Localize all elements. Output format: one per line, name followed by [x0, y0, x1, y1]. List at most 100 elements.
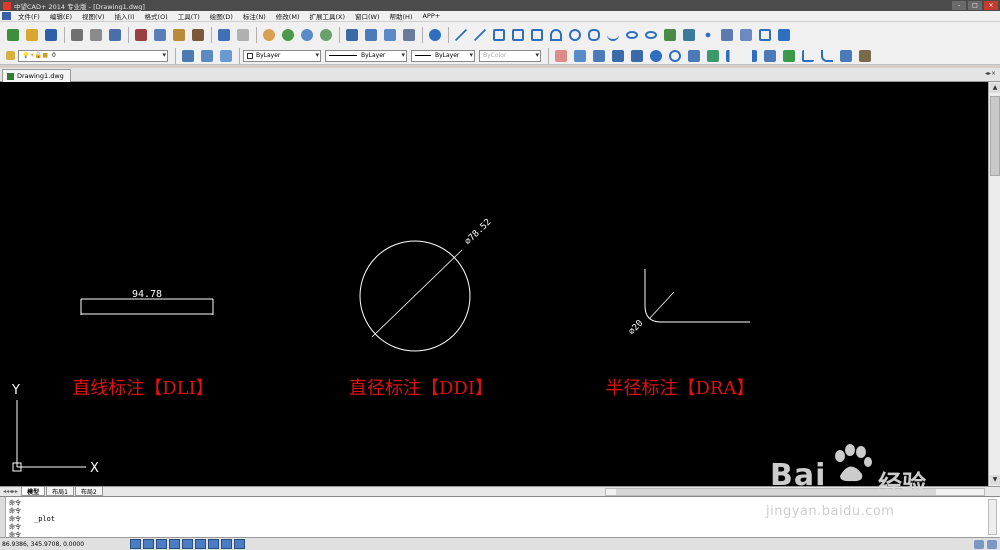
tab-navigation[interactable]: ◂▸× [985, 70, 996, 77]
rotate-icon[interactable] [666, 47, 683, 64]
linear-dimension[interactable] [80, 298, 214, 315]
menu-extended-tools[interactable]: 扩展工具(X) [304, 11, 350, 21]
spline-icon[interactable] [604, 26, 621, 43]
redo-icon[interactable] [234, 26, 251, 43]
region-icon[interactable] [737, 26, 754, 43]
menu-insert[interactable]: 插入(I) [110, 11, 140, 21]
vertical-scrollbar[interactable]: ▲ ▼ [988, 82, 1000, 486]
tab-layout2[interactable]: 布局2 [74, 487, 103, 496]
design-center-icon[interactable] [362, 26, 379, 43]
filleted-corner[interactable] [644, 269, 750, 323]
tab-drawing1[interactable]: Drawing1.dwg [2, 69, 71, 82]
tool-palette-icon[interactable] [381, 26, 398, 43]
otrack-toggle-icon[interactable] [195, 539, 206, 549]
hatch-icon[interactable] [718, 26, 735, 43]
plotstyle-select[interactable]: ByColor [479, 49, 541, 62]
menu-window[interactable]: 窗口(W) [350, 11, 385, 21]
array-icon[interactable] [628, 47, 645, 64]
polar-toggle-icon[interactable] [169, 539, 180, 549]
osnap-toggle-icon[interactable] [182, 539, 193, 549]
join-icon[interactable] [780, 47, 797, 64]
calculator-icon[interactable] [400, 26, 417, 43]
ellipse-icon[interactable] [623, 26, 640, 43]
layer-isolate-icon[interactable] [217, 47, 234, 64]
model-toggle-icon[interactable] [234, 539, 245, 549]
menu-tools[interactable]: 工具(T) [173, 11, 205, 21]
edit-polyline-icon[interactable] [856, 47, 873, 64]
layer-manager-icon[interactable] [4, 47, 16, 64]
make-block-icon[interactable] [680, 26, 697, 43]
menu-help[interactable]: 帮助(H) [385, 11, 418, 21]
scroll-up-icon[interactable]: ▲ [990, 83, 1000, 93]
menu-draw[interactable]: 绘图(D) [205, 11, 238, 21]
fillet-icon[interactable] [818, 47, 835, 64]
erase-icon[interactable] [552, 47, 569, 64]
menu-dimension[interactable]: 标注(N) [238, 11, 271, 21]
insert-block-icon[interactable] [661, 26, 678, 43]
rectangle-icon[interactable] [528, 26, 545, 43]
grid-toggle-icon[interactable] [143, 539, 154, 549]
point-icon[interactable] [699, 26, 716, 43]
copy-object-icon[interactable] [571, 47, 588, 64]
maximize-button[interactable]: □ [968, 1, 982, 10]
match-properties-icon[interactable] [189, 26, 206, 43]
close-button[interactable]: × [984, 1, 998, 10]
save-icon[interactable] [42, 26, 59, 43]
doc-menu-icon[interactable] [2, 12, 11, 20]
break-icon[interactable] [761, 47, 778, 64]
menu-modify[interactable]: 修改(M) [271, 11, 305, 21]
help-icon[interactable] [426, 26, 443, 43]
copy-icon[interactable] [151, 26, 168, 43]
menu-edit[interactable]: 编辑(E) [45, 11, 77, 21]
lineweight-select[interactable]: ByLayer [411, 49, 475, 62]
circle-icon[interactable] [566, 26, 583, 43]
drawing-canvas[interactable]: 94.78 ⌀78.52 ⌀20 直线标注【DLI】 直径标注【DDI】 半径标… [0, 82, 988, 486]
properties-icon[interactable] [343, 26, 360, 43]
tab-model[interactable]: 模型 [21, 487, 46, 496]
tab-layout1[interactable]: 布局1 [46, 487, 74, 496]
menu-app-plus[interactable]: APP+ [417, 12, 445, 20]
construction-line-icon[interactable] [471, 26, 488, 43]
minimize-button[interactable]: - [952, 1, 966, 10]
table-icon[interactable] [756, 26, 773, 43]
paste-icon[interactable] [170, 26, 187, 43]
publish-icon[interactable] [106, 26, 123, 43]
lineweight-toggle-icon[interactable] [221, 539, 232, 549]
menu-format[interactable]: 格式(O) [140, 11, 173, 21]
chamfer-icon[interactable] [799, 47, 816, 64]
stretch-icon[interactable] [704, 47, 721, 64]
explode-icon[interactable] [837, 47, 854, 64]
ellipse-arc-icon[interactable] [642, 26, 659, 43]
layer-previous-icon[interactable] [198, 47, 215, 64]
dyn-toggle-icon[interactable] [208, 539, 219, 549]
move-icon[interactable] [647, 47, 664, 64]
zoom-realtime-icon[interactable] [279, 26, 296, 43]
snap-toggle-icon[interactable] [130, 539, 141, 549]
color-select[interactable]: ByLayer [243, 49, 321, 62]
vertical-scroll-thumb[interactable] [990, 96, 1000, 176]
ortho-toggle-icon[interactable] [156, 539, 167, 549]
new-file-icon[interactable] [4, 26, 21, 43]
print-icon[interactable] [68, 26, 85, 43]
undo-icon[interactable] [215, 26, 232, 43]
command-input[interactable]: _plot [34, 515, 55, 523]
scroll-down-icon[interactable]: ▼ [990, 475, 1000, 485]
menu-file[interactable]: 文件(F) [13, 11, 45, 21]
open-file-icon[interactable] [23, 26, 40, 43]
linetype-select[interactable]: ByLayer [325, 49, 407, 62]
polygon-icon[interactable] [509, 26, 526, 43]
arc-icon[interactable] [547, 26, 564, 43]
print-preview-icon[interactable] [87, 26, 104, 43]
menu-view[interactable]: 视图(V) [77, 11, 110, 21]
zoom-previous-icon[interactable] [317, 26, 334, 43]
command-window-grip[interactable] [0, 497, 6, 538]
extend-icon[interactable] [742, 47, 759, 64]
revision-cloud-icon[interactable] [585, 26, 602, 43]
layer-current-icon[interactable] [179, 47, 196, 64]
line-icon[interactable] [452, 26, 469, 43]
multiline-text-icon[interactable] [775, 26, 792, 43]
mirror-icon[interactable] [590, 47, 607, 64]
offset-icon[interactable] [609, 47, 626, 64]
pan-icon[interactable] [260, 26, 277, 43]
layout-nav-icon[interactable]: ◂◂◂▸▸ [0, 488, 21, 495]
